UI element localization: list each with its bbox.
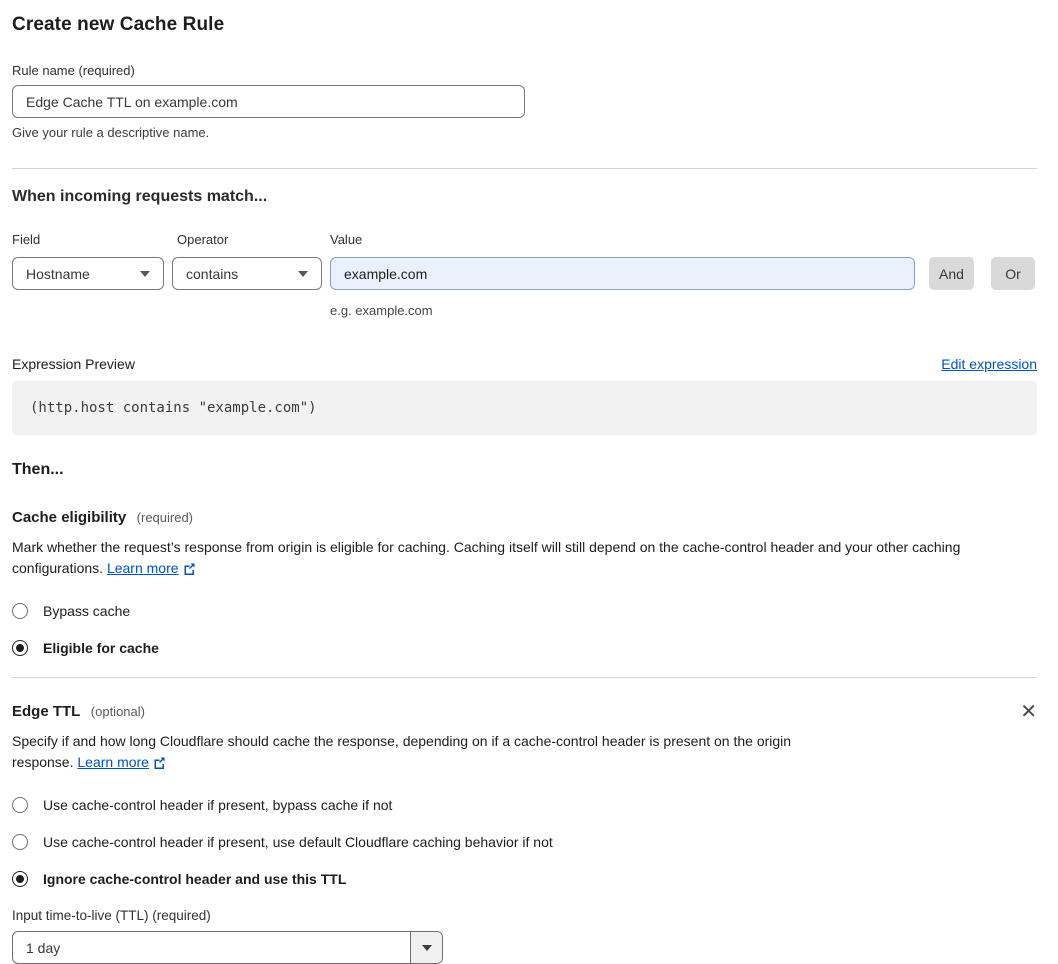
or-button[interactable]: Or xyxy=(991,257,1035,290)
match-grid: Field Hostname Operator contains Value e… xyxy=(12,232,1037,318)
radio-icon xyxy=(12,834,28,850)
edge-ttl-options: Use cache-control header if present, byp… xyxy=(12,797,1037,887)
edge-ttl-heading: Edge TTL xyxy=(12,703,81,720)
rule-name-group: Rule name (required) Give your rule a de… xyxy=(12,63,1037,140)
operator-select[interactable]: contains xyxy=(172,257,322,290)
create-cache-rule-form: Create new Cache Rule Rule name (require… xyxy=(0,0,1058,964)
divider xyxy=(12,168,1037,169)
field-column: Field Hostname xyxy=(12,232,164,290)
value-label: Value xyxy=(330,232,363,247)
operator-select-value: contains xyxy=(186,265,239,282)
external-link-icon xyxy=(183,560,196,581)
radio-label: Bypass cache xyxy=(43,603,131,619)
radio-label: Use cache-control header if present, use… xyxy=(43,834,553,850)
cache-eligibility-heading: Cache eligibility xyxy=(12,509,127,526)
and-button[interactable]: And xyxy=(929,257,974,290)
value-column: Value e.g. example.com xyxy=(330,232,915,318)
expression-preview-label: Expression Preview xyxy=(12,356,135,372)
radio-use-header-default[interactable]: Use cache-control header if present, use… xyxy=(12,834,1037,850)
value-help: e.g. example.com xyxy=(330,303,433,318)
expression-preview-row: Expression Preview Edit expression xyxy=(12,356,1037,372)
edge-ttl-section: Edge TTL (optional) ✕ Specify if and how… xyxy=(12,702,1037,964)
external-link-icon xyxy=(153,754,166,775)
chevron-down-icon xyxy=(421,944,432,951)
radio-label: Ignore cache-control header and use this… xyxy=(43,871,347,887)
edge-ttl-description: Specify if and how long Cloudflare shoul… xyxy=(12,731,844,775)
radio-use-header-bypass[interactable]: Use cache-control header if present, byp… xyxy=(12,797,1037,813)
radio-label: Use cache-control header if present, byp… xyxy=(43,797,393,813)
ttl-select-value: 1 day xyxy=(26,939,61,956)
value-input[interactable] xyxy=(330,257,915,290)
radio-icon xyxy=(12,871,28,887)
then-heading: Then... xyxy=(12,461,64,478)
connector-buttons: And Or xyxy=(929,232,1035,290)
operator-label: Operator xyxy=(177,232,229,247)
cache-eligibility-options: Bypass cache Eligible for cache xyxy=(12,603,1037,656)
rule-name-input[interactable] xyxy=(12,85,525,118)
edit-expression-link[interactable]: Edit expression xyxy=(941,356,1037,372)
expression-code-block: (http.host contains "example.com") xyxy=(12,381,1037,435)
close-icon[interactable]: ✕ xyxy=(1020,702,1037,722)
operator-column: Operator contains xyxy=(164,232,322,290)
edge-ttl-qualifier: (optional) xyxy=(90,704,145,719)
radio-icon xyxy=(12,640,28,656)
cache-eligibility-section: Cache eligibility (required) Mark whethe… xyxy=(12,509,1037,656)
radio-eligible-for-cache[interactable]: Eligible for cache xyxy=(12,640,1037,656)
radio-ignore-header-use-ttl[interactable]: Ignore cache-control header and use this… xyxy=(12,871,1037,887)
match-heading: When incoming requests match... xyxy=(12,188,268,205)
ttl-label: Input time-to-live (TTL) (required) xyxy=(12,908,211,923)
radio-label: Eligible for cache xyxy=(43,640,159,656)
chevron-down-icon xyxy=(140,270,150,277)
expression-code: (http.host contains "example.com") xyxy=(30,400,317,416)
ttl-input-group: Input time-to-live (TTL) (required) 1 da… xyxy=(12,908,1037,964)
page-title: Create new Cache Rule xyxy=(12,14,225,35)
field-select-value: Hostname xyxy=(26,265,90,282)
ttl-dropdown-button[interactable] xyxy=(410,932,442,963)
ttl-select[interactable]: 1 day xyxy=(12,931,443,964)
radio-icon xyxy=(12,603,28,619)
divider xyxy=(12,677,1037,678)
rule-name-help: Give your rule a descriptive name. xyxy=(12,125,210,140)
chevron-down-icon xyxy=(298,270,308,277)
radio-icon xyxy=(12,797,28,813)
cache-eligibility-qualifier: (required) xyxy=(136,510,194,525)
radio-bypass-cache[interactable]: Bypass cache xyxy=(12,603,1037,619)
match-section: When incoming requests match... Field Ho… xyxy=(12,188,1037,318)
rule-name-label: Rule name (required) xyxy=(12,63,135,78)
field-label: Field xyxy=(12,232,41,247)
cache-eligibility-header: Cache eligibility (required) xyxy=(12,509,1037,527)
learn-more-link[interactable]: Learn more xyxy=(77,754,149,770)
edge-ttl-header: Edge TTL (optional) ✕ xyxy=(12,702,1037,722)
cache-eligibility-description: Mark whether the request’s response from… xyxy=(12,537,1037,581)
field-select[interactable]: Hostname xyxy=(12,257,164,290)
learn-more-link[interactable]: Learn more xyxy=(107,560,179,576)
